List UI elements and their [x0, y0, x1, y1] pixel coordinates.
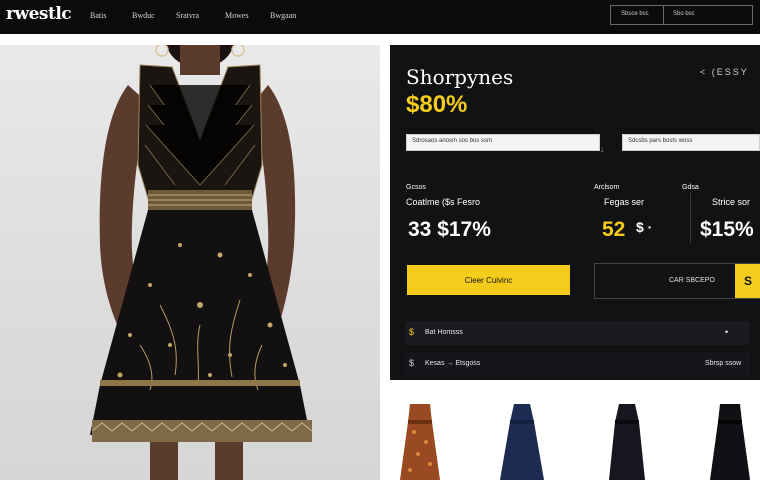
stat-sub-3: Strice sor [712, 197, 751, 207]
secondary-cta-button[interactable]: CAR SBCEPO S [594, 263, 760, 299]
divider [663, 6, 664, 24]
stat-label-1: Gcsos [406, 184, 426, 191]
info-row-2[interactable]: $ Kesas → Etsgoss Sbrsp ssow [405, 352, 750, 376]
cart-link[interactable]: Sbo bsc [673, 11, 695, 17]
dollar-icon: $ [409, 358, 415, 368]
stat-sub-2: Fegas ser [604, 197, 645, 207]
filter-placeholder: Sdcsbs pars bosts woss [628, 138, 693, 144]
product-title: Shorpynes [406, 65, 514, 89]
search-input[interactable]: Sdrosaos anosm sos bos ssm [406, 134, 600, 151]
model-in-dress-illustration [90, 45, 313, 480]
stat-value-3: $15% [700, 218, 754, 241]
product-thumbnails [382, 392, 760, 480]
stat-divider [690, 193, 691, 243]
info-row-2-label: Kesas → Etsgoss [425, 360, 481, 367]
stat-sub-1: Coatlme ($s Fesro [406, 197, 481, 207]
thumbnail-navy-dress[interactable] [492, 392, 552, 480]
filter-input[interactable]: Sdcsbs pars bosts woss [622, 134, 760, 151]
account-controls: Sbsce bsc Sbo bsc [610, 5, 753, 25]
info-row-1[interactable]: $ Bat Homsss • [405, 321, 750, 345]
dollar-icon: $ [409, 327, 415, 337]
stat-value-1: 33 $17% [408, 218, 491, 241]
chevron-down-icon[interactable]: ↓ [600, 145, 604, 154]
nav-link-4[interactable]: Mowes [225, 11, 249, 20]
stat-suffix-2: $ · [636, 219, 653, 235]
search-placeholder: Sdrosaos anosm sos bos ssm [412, 138, 493, 144]
nav-link-2[interactable]: Bwduc [132, 11, 155, 20]
site-logo[interactable]: rwestlc [6, 4, 72, 24]
nav-link-1[interactable]: Batis [90, 11, 106, 20]
info-row-2-end: Sbrsp ssow [705, 360, 742, 367]
stat-label-2: Arclsom [594, 184, 620, 191]
stat-label-3: Gdsa [682, 184, 699, 191]
top-navigation-bar: rwestlc Batis Bwduc Sratvra Mowes Bwgaan… [0, 0, 760, 34]
gallery-nav-arrows[interactable]: < (ESSY [700, 67, 749, 77]
nav-link-5[interactable]: Bwgaan [270, 11, 296, 20]
product-hero-image [0, 45, 380, 480]
info-row-1-end: • [725, 327, 729, 337]
thumbnail-black-midi-dress[interactable] [700, 392, 760, 480]
primary-cta-button[interactable]: Cieer Cuivinc [407, 265, 570, 295]
secondary-cta-tag: S [735, 264, 760, 298]
thumbnail-black-dress[interactable] [597, 392, 657, 480]
primary-cta-label: Cieer Cuivinc [464, 276, 513, 285]
product-price: $80% [406, 91, 468, 118]
thumbnail-print-dress[interactable] [390, 392, 450, 480]
info-row-1-label: Bat Homsss [425, 329, 463, 336]
product-info-panel: Shorpynes $80% < (ESSY Sdrosaos anosm so… [390, 45, 760, 380]
nav-link-3[interactable]: Sratvra [176, 11, 199, 20]
login-link[interactable]: Sbsce bsc [621, 11, 649, 17]
stat-value-2: 52 [602, 218, 626, 241]
